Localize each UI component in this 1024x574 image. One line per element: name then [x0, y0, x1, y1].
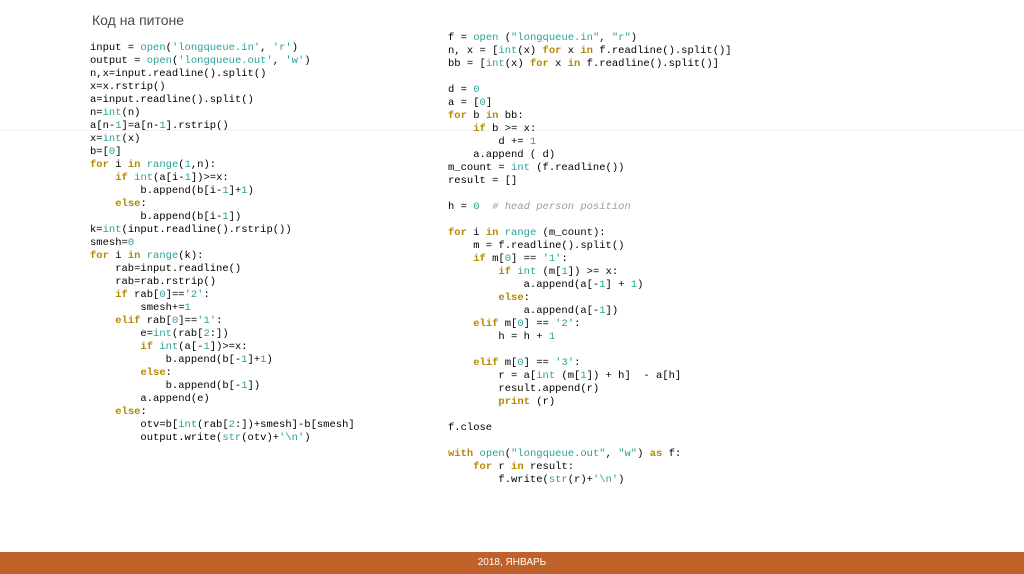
slide-title: Код на питоне	[92, 12, 184, 28]
code-block-right: f = open ("longqueue.in", "r") n, x = [i…	[448, 32, 732, 487]
slide: Код на питоне input = open('longqueue.in…	[0, 0, 1024, 574]
code-block-left: input = open('longqueue.in', 'r') output…	[90, 42, 355, 445]
footer: 2018, ЯНВАРЬ	[0, 552, 1024, 574]
